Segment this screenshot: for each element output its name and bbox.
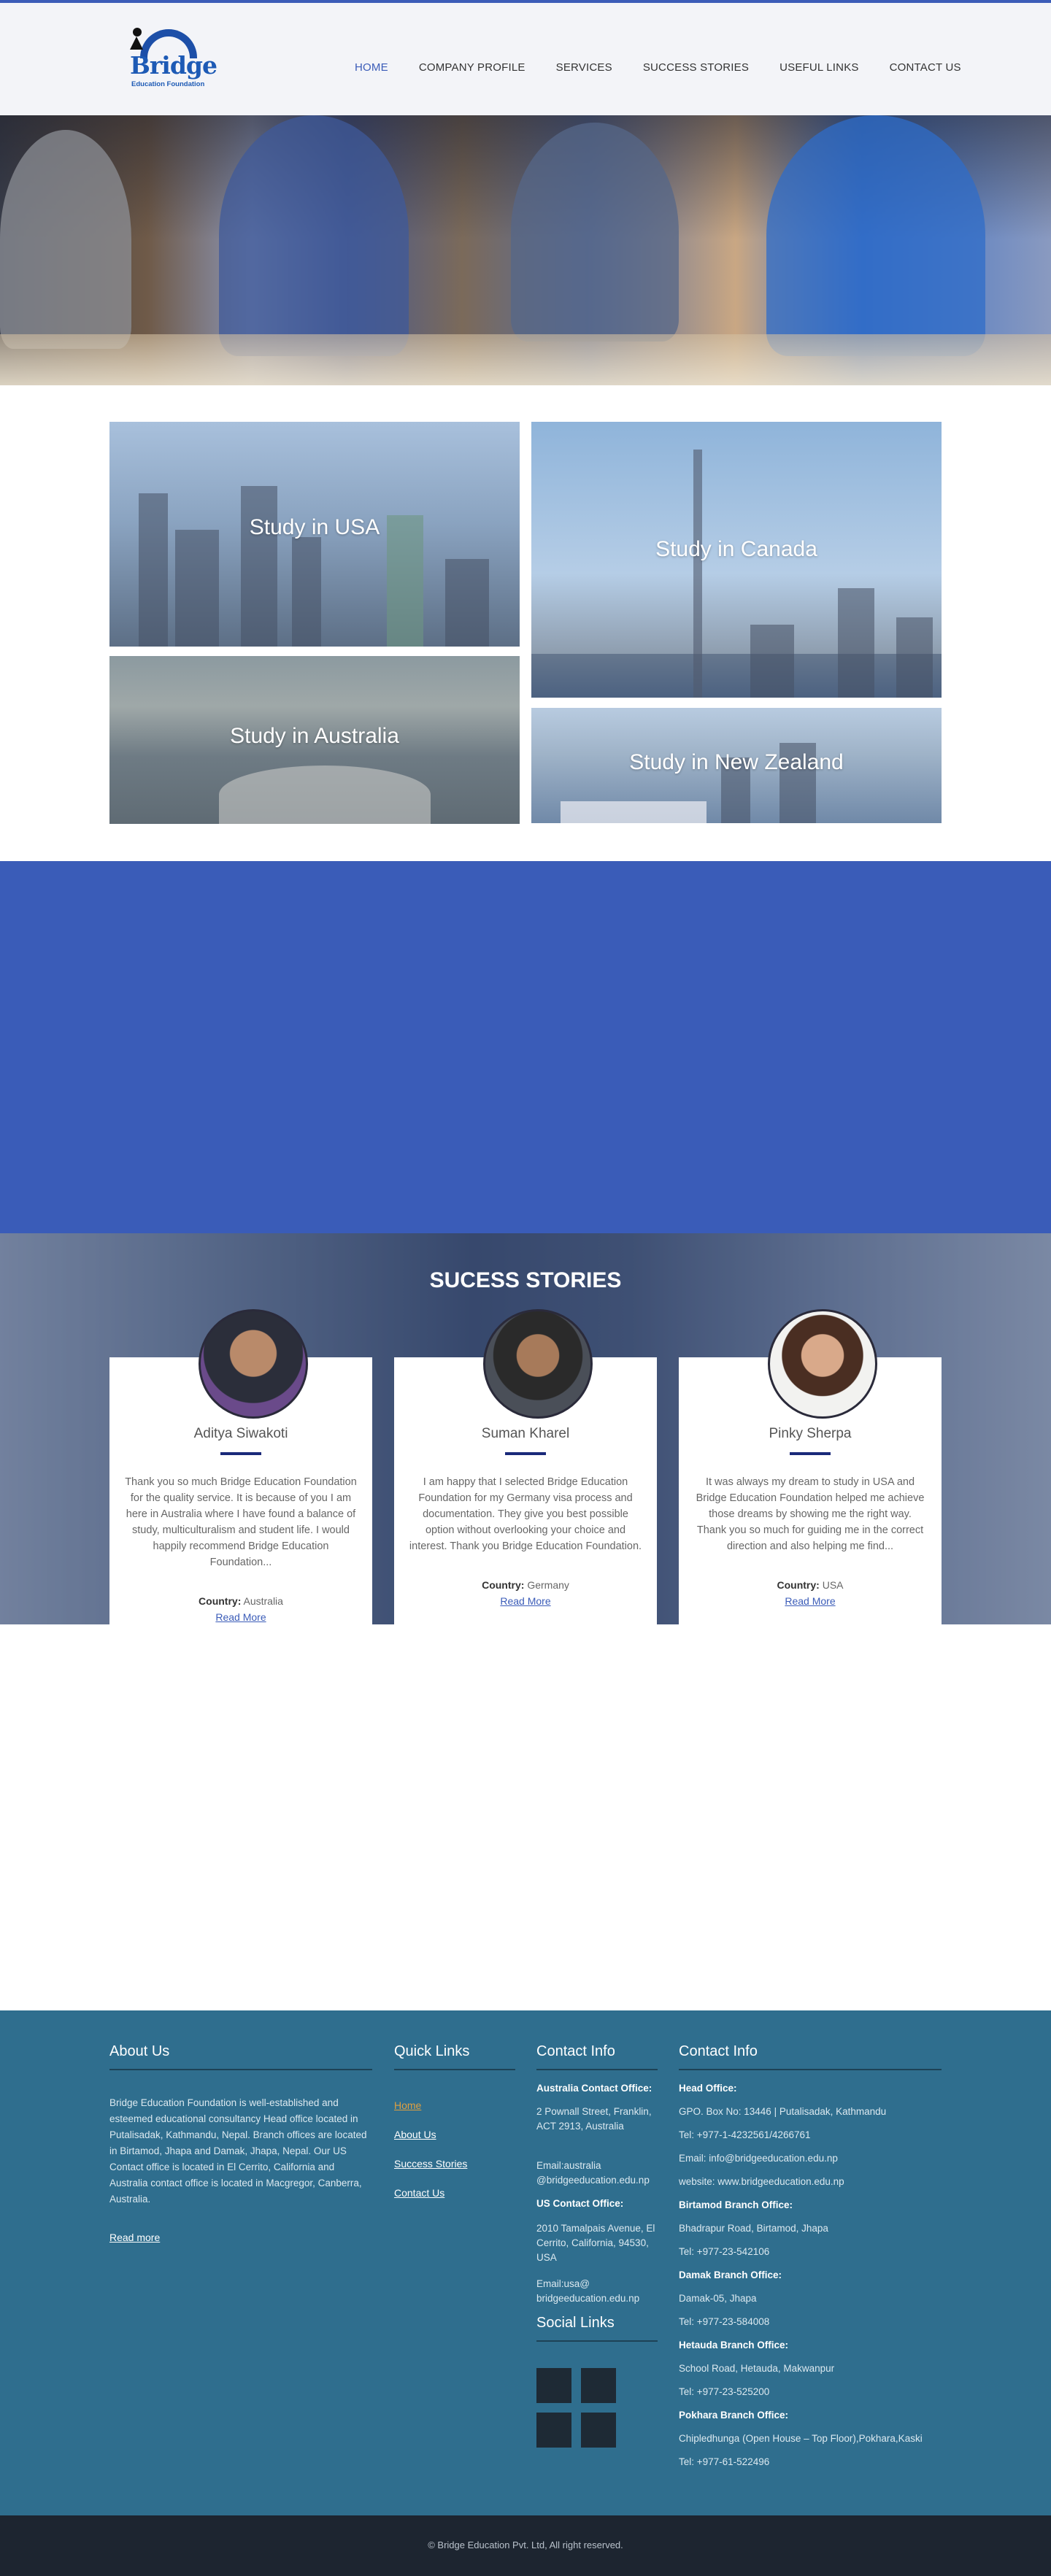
youtube-icon[interactable]	[581, 2413, 616, 2448]
nav-contact-us[interactable]: CONTACT US	[890, 61, 961, 74]
nav-useful-links[interactable]: USEFUL LINKS	[779, 61, 859, 74]
footer-contact-right: Contact Info	[679, 2043, 942, 2070]
study-in-new-zealand-label: Study in New Zealand	[629, 750, 844, 774]
name-underline	[220, 1452, 261, 1455]
read-more-link[interactable]: Read More	[394, 1595, 657, 1607]
birtamod-address: Bhadrapur Road, Birtamod, Jhapa	[679, 2223, 828, 2234]
story-name: Aditya Siwakoti	[193, 1426, 288, 1441]
avatar-pinky	[768, 1309, 877, 1419]
hero-banner	[0, 115, 1051, 385]
site-header: Bridge Education Foundation HOME COMPANY…	[0, 3, 1051, 115]
footer-about-text: Bridge Education Foundation is well-esta…	[109, 2097, 367, 2205]
story-name: Pinky Sherpa	[769, 1426, 852, 1441]
study-in-canada-label: Study in Canada	[655, 537, 817, 561]
story-quote: Thank you so much Bridge Education Found…	[125, 1476, 357, 1568]
story-quote: It was always my dream to study in USA a…	[696, 1476, 925, 1552]
read-more-link[interactable]: Read More	[679, 1595, 942, 1607]
study-in-australia-label: Study in Australia	[230, 724, 399, 748]
blue-banner-section	[0, 861, 1051, 1233]
head-office-heading: Head Office:	[679, 2083, 737, 2094]
footer-social-title: Social Links	[536, 2315, 658, 2342]
pokhara-tel: Tel: +977-61-522496	[679, 2456, 770, 2467]
twitter-icon[interactable]	[581, 2368, 616, 2403]
us-office-heading: US Contact Office:	[536, 2198, 624, 2209]
nav-company-profile[interactable]: COMPANY PROFILE	[419, 61, 526, 74]
quick-link-home[interactable]: Home	[394, 2099, 421, 2111]
hetauda-address: School Road, Hetauda, Makwanpur	[679, 2363, 835, 2374]
name-underline	[505, 1452, 546, 1455]
quick-link-about[interactable]: About Us	[394, 2129, 436, 2140]
us-email[interactable]: Email:usa@ bridgeeducation.edu.np	[536, 2277, 661, 2306]
us-address: 2010 Tamalpais Avenue, El Cerrito, Calif…	[536, 2223, 655, 2263]
australia-email[interactable]: Email:australia @bridgeeducation.edu.np	[536, 2159, 661, 2188]
story-country: Country: USA	[777, 1579, 844, 1591]
head-office-tel: Tel: +977-1-4232561/4266761	[679, 2129, 811, 2140]
study-in-canada-tile[interactable]: Study in Canada	[531, 422, 942, 698]
pokhara-heading: Pokhara Branch Office:	[679, 2410, 789, 2421]
footer-about: About Us	[109, 2043, 372, 2070]
damak-heading: Damak Branch Office:	[679, 2270, 782, 2280]
story-quote: I am happy that I selected Bridge Educat…	[409, 1476, 642, 1552]
nav-success-stories[interactable]: SUCCESS STORIES	[643, 61, 749, 74]
hetauda-heading: Hetauda Branch Office:	[679, 2340, 789, 2351]
logo-wordmark: Bridge	[130, 51, 217, 80]
birtamod-tel: Tel: +977-23-542106	[679, 2246, 770, 2257]
footer-quick-links: Quick Links	[394, 2043, 515, 2070]
success-stories-title: SUCESS STORIES	[429, 1268, 622, 1292]
avatar-suman	[483, 1309, 593, 1419]
damak-tel: Tel: +977-23-584008	[679, 2316, 770, 2327]
copyright-text: © Bridge Education Pvt. Ltd, All right r…	[428, 2540, 623, 2550]
us-contact-block: US Contact Office:	[536, 2197, 661, 2211]
story-country: Country: Australia	[199, 1595, 283, 1607]
nav-services[interactable]: SERVICES	[556, 61, 612, 74]
logo-person-icon	[133, 28, 142, 36]
hero-desk	[0, 334, 1051, 385]
footer-social: Social Links	[536, 2315, 658, 2342]
study-in-usa-label: Study in USA	[249, 515, 380, 539]
study-in-usa-tile[interactable]: Study in USA	[109, 422, 520, 647]
name-underline	[790, 1452, 831, 1455]
footer-contact-left: Contact Info	[536, 2043, 658, 2070]
footer-quick-links-title: Quick Links	[394, 2043, 515, 2070]
damak-address: Damak-05, Jhapa	[679, 2293, 757, 2304]
head-office-box: GPO. Box No: 13446 | Putalisadak, Kathma…	[679, 2106, 887, 2117]
australia-address: 2 Pownall Street, Franklin, ACT 2913, Au…	[536, 2106, 652, 2132]
nav-home[interactable]: HOME	[355, 61, 388, 74]
study-in-australia-tile[interactable]: Study in Australia	[109, 656, 520, 824]
australia-contact-block: Australia Contact Office:	[536, 2081, 661, 2096]
study-in-new-zealand-tile[interactable]: Study in New Zealand	[531, 708, 942, 823]
hetauda-tel: Tel: +977-23-525200	[679, 2386, 770, 2397]
head-office-website[interactable]: website: www.bridgeeducation.edu.np	[679, 2175, 844, 2189]
logo-subtitle: Education Foundation	[131, 80, 205, 88]
story-name: Suman Kharel	[481, 1426, 570, 1441]
footer-about-title: About Us	[109, 2043, 372, 2070]
head-office-email[interactable]: Email: info@bridgeeducation.edu.np	[679, 2151, 838, 2166]
quick-link-success-stories[interactable]: Success Stories	[394, 2158, 467, 2170]
pokhara-address: Chipledhunga (Open House – Top Floor),Po…	[679, 2433, 923, 2444]
facebook-icon[interactable]	[536, 2368, 571, 2403]
avatar-aditya	[199, 1309, 308, 1419]
brand-logo[interactable]: Bridge Education Foundation	[128, 26, 217, 92]
footer-about-read-more[interactable]: Read more	[109, 2232, 160, 2243]
read-more-link[interactable]: Read More	[109, 1611, 372, 1623]
quick-link-contact[interactable]: Contact Us	[394, 2187, 444, 2199]
australia-office-heading: Australia Contact Office:	[536, 2083, 652, 2094]
story-country: Country: Germany	[482, 1579, 569, 1591]
birtamod-heading: Birtamod Branch Office:	[679, 2199, 793, 2210]
footer-contact-left-title: Contact Info	[536, 2043, 658, 2070]
main-nav: HOME COMPANY PROFILE SERVICES SUCCESS ST…	[355, 61, 992, 74]
linkedin-icon[interactable]	[536, 2413, 571, 2448]
footer-contact-right-title: Contact Info	[679, 2043, 942, 2070]
